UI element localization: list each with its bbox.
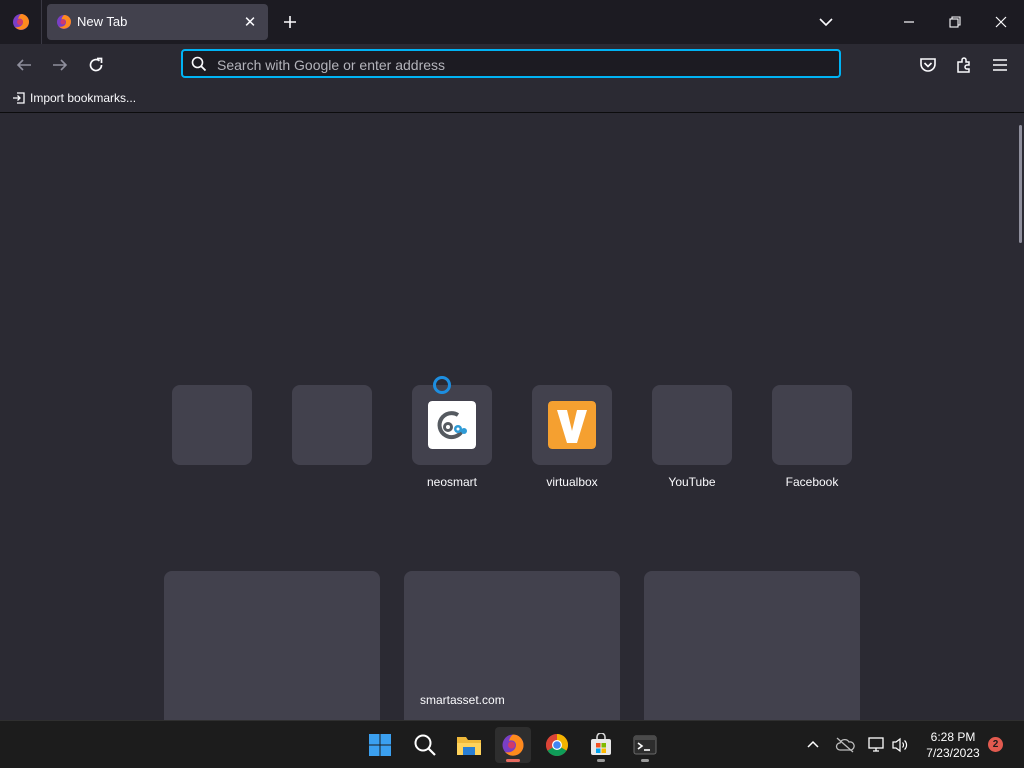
import-icon xyxy=(13,92,25,104)
tab-title: New Tab xyxy=(77,14,128,29)
volume-tray-button[interactable] xyxy=(890,735,910,755)
file-explorer-icon xyxy=(457,737,481,755)
chrome-taskbar-button[interactable] xyxy=(539,727,575,763)
virtualbox-logo-icon xyxy=(548,401,596,449)
top-site-icon-box xyxy=(412,385,492,465)
story-source: smartasset.com xyxy=(420,693,505,707)
file-explorer-button[interactable] xyxy=(451,727,487,763)
top-site-icon-box xyxy=(772,385,852,465)
windows-taskbar: 6:28 PM 7/23/2023 2 xyxy=(0,720,1024,768)
story-card[interactable] xyxy=(164,571,380,720)
new-tab-button[interactable] xyxy=(279,11,301,33)
top-site-tile[interactable] xyxy=(172,385,252,489)
chrome-icon xyxy=(546,734,568,756)
extensions-icon xyxy=(957,57,970,73)
pocket-icon xyxy=(920,58,936,72)
address-bar[interactable] xyxy=(181,49,841,78)
story-card[interactable]: smartasset.com xyxy=(404,571,620,720)
firefox-view-button[interactable] xyxy=(0,0,42,44)
terminal-taskbar-button[interactable] xyxy=(627,727,663,763)
top-site-facebook[interactable]: Facebook xyxy=(772,385,852,489)
app-menu-button[interactable] xyxy=(990,55,1010,75)
new-tab-icon xyxy=(284,16,296,28)
menu-icon xyxy=(993,59,1007,71)
neosmart-logo-icon xyxy=(428,401,476,449)
scrollbar[interactable] xyxy=(1019,125,1022,243)
clock-time: 6:28 PM xyxy=(930,730,976,744)
forward-button[interactable] xyxy=(50,55,70,75)
store-taskbar-button[interactable] xyxy=(583,727,619,763)
onedrive-offline-icon xyxy=(835,737,855,753)
new-tab-page: neosmart virtualbox YouTube Facebook sma… xyxy=(0,113,1024,720)
close-window-icon xyxy=(995,16,1007,28)
close-tab-icon[interactable]: ✕ xyxy=(240,12,260,32)
top-site-youtube[interactable]: YouTube xyxy=(652,385,732,489)
taskbar-clock[interactable]: 6:28 PM 7/23/2023 xyxy=(918,729,988,761)
notification-badge[interactable]: 2 xyxy=(988,737,1003,752)
taskbar-search-button[interactable] xyxy=(407,727,443,763)
top-site-icon-box xyxy=(172,385,252,465)
list-all-tabs-button[interactable] xyxy=(816,12,836,32)
top-site-label xyxy=(172,475,252,489)
top-site-neosmart[interactable]: neosmart xyxy=(412,385,492,489)
top-site-icon-box xyxy=(652,385,732,465)
minimize-icon xyxy=(904,21,914,23)
back-icon xyxy=(16,59,31,71)
reload-button[interactable] xyxy=(86,55,106,75)
bookmarks-toolbar: Import bookmarks... xyxy=(0,86,1024,113)
top-site-label: virtualbox xyxy=(546,475,598,489)
import-bookmarks-label: Import bookmarks... xyxy=(30,91,137,105)
search-icon xyxy=(414,734,436,756)
search-icon xyxy=(191,56,207,72)
address-input[interactable] xyxy=(215,53,819,77)
start-icon xyxy=(369,734,391,756)
clock-date: 7/23/2023 xyxy=(926,746,980,760)
forward-icon xyxy=(53,59,68,71)
running-indicator xyxy=(641,759,649,762)
onedrive-tray-button[interactable] xyxy=(835,735,855,755)
volume-icon xyxy=(892,737,908,753)
top-site-virtualbox[interactable]: virtualbox xyxy=(532,385,612,489)
restore-icon xyxy=(949,16,961,28)
top-site-icon-box xyxy=(532,385,612,465)
top-site-tile[interactable] xyxy=(292,385,372,489)
loading-spinner-icon xyxy=(433,376,451,394)
tab-new-tab[interactable]: New Tab ✕ xyxy=(47,4,268,40)
firefox-icon xyxy=(502,734,524,756)
running-indicator xyxy=(597,759,605,762)
running-indicator xyxy=(506,759,520,762)
top-site-label xyxy=(292,475,372,489)
firefox-favicon-icon xyxy=(57,15,71,29)
chevron-up-icon xyxy=(807,740,819,748)
minimize-button[interactable] xyxy=(886,0,932,44)
terminal-icon xyxy=(633,735,657,755)
top-site-label: YouTube xyxy=(668,475,716,489)
reload-icon xyxy=(89,57,103,72)
network-icon xyxy=(868,737,884,752)
back-button[interactable] xyxy=(14,55,34,75)
top-site-icon-box xyxy=(292,385,372,465)
list-all-tabs-icon xyxy=(819,18,833,27)
start-button[interactable] xyxy=(362,727,398,763)
restore-button[interactable] xyxy=(932,0,978,44)
navigation-toolbar xyxy=(0,44,1024,86)
import-bookmarks-button[interactable]: Import bookmarks... xyxy=(12,91,136,105)
top-site-label: Facebook xyxy=(785,475,839,489)
tab-strip: New Tab ✕ xyxy=(0,0,1024,44)
story-card[interactable] xyxy=(644,571,860,720)
network-tray-button[interactable] xyxy=(866,735,886,755)
pocket-button[interactable] xyxy=(918,55,938,75)
firefox-taskbar-button[interactable] xyxy=(495,727,531,763)
firefox-menu-icon xyxy=(12,14,29,30)
close-window-button[interactable] xyxy=(978,0,1024,44)
extensions-button[interactable] xyxy=(954,55,974,75)
top-site-label: neosmart xyxy=(426,475,478,489)
show-hidden-icons-button[interactable] xyxy=(803,735,823,755)
store-icon xyxy=(591,733,611,755)
